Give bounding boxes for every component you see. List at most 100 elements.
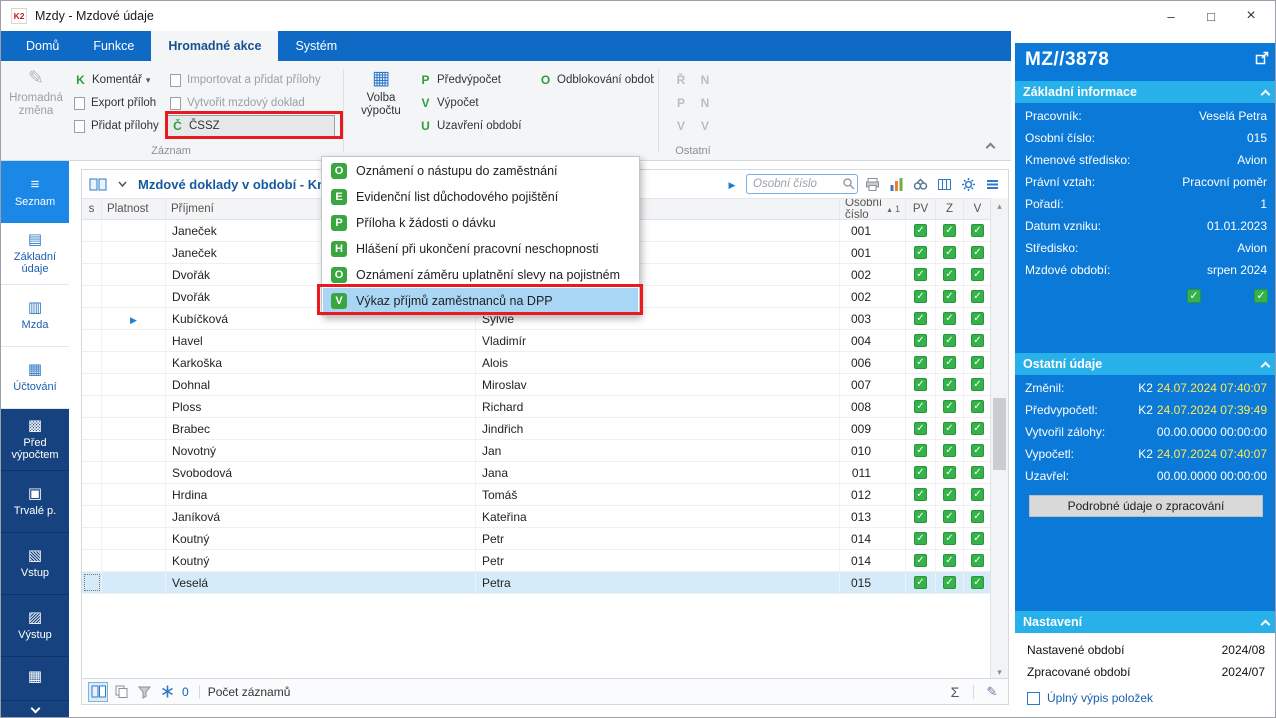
filter-icon[interactable] (134, 682, 154, 702)
sum-button[interactable] (945, 682, 965, 702)
name-cell: Vladimír (476, 330, 840, 351)
sidebar-item[interactable]: Základní údaje (1, 223, 69, 285)
sidebar-item[interactable]: Vstup (1, 533, 69, 595)
importovat-prilohy-button[interactable]: Importovat a přidat přílohy (165, 69, 339, 91)
edit-button[interactable] (982, 682, 1002, 702)
vytvorit-doklad-button[interactable]: Vytvořit mzdový doklad (165, 92, 339, 114)
export-priloh-button[interactable]: Export příloh (69, 92, 165, 114)
odblokovani-obdobi-button[interactable]: O Odblokování období (534, 69, 654, 91)
checked-checkbox-icon (914, 268, 927, 281)
v-cell (964, 484, 992, 505)
table-row[interactable]: Havel Vladimír 004 (82, 330, 992, 352)
podrobne-udaje-button[interactable]: Podrobné údaje o zpracování (1029, 495, 1263, 517)
sidebar-item[interactable]: Seznam (1, 161, 69, 223)
platnost-cell (102, 374, 166, 395)
table-row[interactable]: Svobodová Jana 011 (82, 462, 992, 484)
sidebar-collapse-button[interactable] (1, 701, 69, 717)
accounting-icon (28, 362, 42, 378)
z-cell (936, 286, 964, 307)
sidebar-item[interactable]: Účtování (1, 347, 69, 409)
close-button[interactable] (1231, 2, 1271, 30)
column-header-s[interactable]: s (82, 199, 102, 219)
table-row[interactable]: Veselá Petra 015 (82, 572, 992, 594)
column-header-osobni-cislo[interactable]: Osobní číslo 1 (840, 199, 906, 219)
collapse-ribbon-button[interactable] (983, 138, 997, 152)
surname-cell: Havel (166, 330, 476, 351)
open-in-window-icon[interactable] (1255, 51, 1269, 68)
name-cell: Petr (476, 528, 840, 549)
ribbon-tab[interactable]: Domů (9, 31, 76, 61)
komentar-button[interactable]: K Komentář (69, 69, 165, 91)
print-icon[interactable] (862, 174, 882, 194)
table-row[interactable]: Ploss Richard 008 (82, 396, 992, 418)
menu-item[interactable]: P Příloha k žádosti o dávku (323, 210, 638, 236)
section-header-ostatni-udaje[interactable]: Ostatní údaje (1015, 353, 1275, 375)
volba-vypoctu-button[interactable]: Volba výpočtu (348, 61, 414, 143)
search-icon[interactable] (842, 177, 855, 193)
vypocet-button[interactable]: V Výpočet (414, 92, 534, 114)
preview-toggle-icon[interactable] (88, 681, 108, 702)
sidebar-item[interactable] (1, 657, 69, 701)
table-row[interactable]: Hrdina Tomáš 012 (82, 484, 992, 506)
sidebar-items: Seznam Základní údaje Mzda Účtování Před… (1, 161, 69, 701)
menu-item[interactable]: E Evidenční list důchodového pojištění (323, 184, 638, 210)
minimize-button[interactable] (1151, 2, 1191, 30)
columns-icon[interactable] (934, 174, 954, 194)
column-header-z[interactable]: Z (936, 199, 964, 219)
table-row[interactable]: Karkoška Alois 006 (82, 352, 992, 374)
refresh-asterisk-icon[interactable] (157, 682, 177, 702)
table-row[interactable]: Koutný Petr 014 (82, 528, 992, 550)
uzavreni-obdobi-button[interactable]: U Uzavření období (414, 115, 534, 137)
hromadna-zmena-button[interactable]: Hromadná změna (3, 61, 69, 143)
vertical-scrollbar[interactable] (990, 198, 1008, 680)
chart-icon[interactable] (886, 174, 906, 194)
info-value: 01.01.2023 (1206, 219, 1267, 233)
ribbon-tab[interactable]: Systém (278, 31, 354, 61)
sidebar-item[interactable]: Před výpočtem (1, 409, 69, 471)
column-header-v[interactable]: V (964, 199, 992, 219)
menu-item[interactable]: V Výkaz příjmů zaměstnanců na DPP (323, 288, 638, 314)
checked-checkbox-icon (943, 268, 956, 281)
section-header-nastaveni[interactable]: Nastavení (1015, 611, 1275, 633)
menu-item-label: Příloha k žádosti o dávku (356, 216, 496, 230)
info-row: Pracovník: Veselá Petra (1015, 105, 1275, 127)
view-chevron-down-icon[interactable] (112, 174, 132, 194)
advanced-search-icon[interactable] (910, 174, 930, 194)
column-header-platnost[interactable]: Platnost (102, 199, 166, 219)
sidebar-item[interactable]: Trvalé p. (1, 471, 69, 533)
split-view-icon[interactable] (88, 174, 108, 194)
column-header-pv[interactable]: PV (906, 199, 936, 219)
menu-item[interactable]: O Oznámení o nástupu do zaměstnání (323, 158, 638, 184)
section-header-zakladni-informace[interactable]: Základní informace (1015, 81, 1275, 103)
info-row: Vytvořil zálohy: 00.00.0000 00:00:00 (1015, 421, 1275, 443)
ribbon-tab[interactable]: Funkce (76, 31, 151, 61)
predvypocet-letter-icon: P (421, 73, 430, 87)
table-row[interactable]: Brabec Jindřich 009 (82, 418, 992, 440)
table-row[interactable]: Janíková Kateřina 013 (82, 506, 992, 528)
scrollbar-thumb[interactable] (993, 398, 1006, 470)
table-row[interactable]: Novotný Jan 010 (82, 440, 992, 462)
predvypocet-button[interactable]: P Předvýpočet (414, 69, 534, 91)
ribbon-tab[interactable]: Hromadné akce (151, 31, 279, 61)
unchecked-checkbox[interactable] (1027, 691, 1040, 705)
play-filter-button[interactable] (722, 174, 742, 194)
table-row[interactable]: Dohnal Miroslav 007 (82, 374, 992, 396)
menu-item[interactable]: O Oznámení záměru uplatnění slevy na poj… (323, 262, 638, 288)
scroll-up-icon[interactable] (991, 198, 1008, 214)
menu-icon[interactable] (982, 174, 1002, 194)
minimize-icon (1167, 9, 1174, 24)
checked-checkbox-icon[interactable] (1254, 289, 1268, 303)
sidebar-item-label: Trvalé p. (13, 505, 57, 517)
checked-checkbox-icon (943, 510, 956, 523)
pridat-prilohy-button[interactable]: Přidat přílohy (69, 115, 165, 137)
sidebar-item[interactable]: Mzda (1, 285, 69, 347)
checked-checkbox-icon[interactable] (1187, 289, 1201, 303)
sidebar-item[interactable]: Výstup (1, 595, 69, 657)
pages-icon[interactable] (111, 682, 131, 702)
maximize-button[interactable] (1191, 2, 1231, 30)
settings-gear-icon[interactable] (958, 174, 978, 194)
cssz-button[interactable]: Č ČSSZ (165, 115, 335, 137)
v-cell (964, 264, 992, 285)
menu-item[interactable]: H Hlášení při ukončení pracovní neschopn… (323, 236, 638, 262)
table-row[interactable]: Koutný Petr 014 (82, 550, 992, 572)
